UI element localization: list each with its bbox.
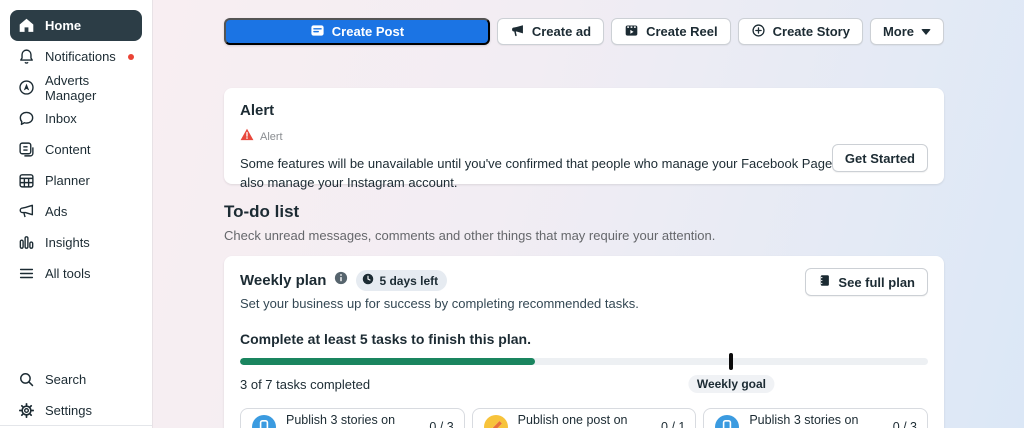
plus-circle-icon [751,23,766,41]
more-label: More [882,24,914,39]
get-started-label: Get Started [844,150,915,166]
task-label: Publish 3 stories on Facebook [749,413,859,428]
alert-tag-label: Alert [260,131,283,143]
create-reel-label: Create Reel [646,24,718,39]
days-left-label: 5 days left [379,273,439,288]
sidebar-item-label: Ads [45,204,68,219]
gear-icon [18,402,35,419]
notification-unread-dot [128,53,134,60]
search-icon [18,371,35,388]
facebook-post-icon [483,414,509,428]
sidebar-item-home[interactable]: Home [10,10,142,41]
goal-marker [729,353,734,370]
weekly-plan-card: Weekly plan 5 days left Set your busines… [224,256,944,428]
sidebar-footer: Search Settings [10,364,142,426]
planner-icon [18,172,35,189]
days-left-badge: 5 days left [356,270,448,291]
sidebar-item-label: Content [45,142,91,157]
inbox-icon [18,110,35,127]
task-publish-ig-stories[interactable]: Publish 3 stories on Instagram 0 / 3 [240,408,465,428]
sidebar-item-ads[interactable]: Ads [10,196,142,227]
sidebar-item-label: Insights [45,235,90,250]
create-ad-button[interactable]: Create ad [496,18,605,45]
adverts-manager-icon [18,79,35,96]
sidebar-item-label: All tools [45,266,91,281]
sidebar-item-all-tools[interactable]: All tools [10,258,142,289]
progress-track [240,358,928,365]
weekly-plan-title: Weekly plan [240,272,327,289]
sidebar-item-label: Adverts Manager [45,72,97,103]
sidebar-item-settings[interactable]: Settings [10,395,142,426]
instagram-story-icon [251,414,277,428]
sidebar-item-label: Notifications [45,49,116,64]
sidebar-item-planner[interactable]: Planner [10,165,142,196]
task-count: 0 / 3 [429,420,454,428]
get-started-button[interactable]: Get Started [831,144,928,172]
megaphone-icon [18,203,35,220]
weekly-progress [240,353,928,370]
sidebar: Home Notifications Adverts Manager Inbox [0,0,153,428]
all-tools-icon [18,265,35,282]
insights-icon [18,234,35,251]
more-button[interactable]: More [869,18,944,45]
clock-icon [362,273,374,288]
main-content: Create Post Create ad Create Reel Create… [153,0,1024,428]
weekly-plan-subtitle: Set your business up for success by comp… [240,296,639,311]
task-list: Publish 3 stories on Instagram 0 / 3 Pub… [240,408,929,428]
sidebar-item-content[interactable]: Content [10,134,142,165]
sidebar-item-insights[interactable]: Insights [10,227,142,258]
create-toolbar: Create Post Create ad Create Reel Create… [224,18,944,45]
sidebar-item-search[interactable]: Search [10,364,142,395]
sidebar-item-inbox[interactable]: Inbox [10,103,142,134]
weekly-goal-label: Weekly goal [688,375,774,393]
tasks-completed-label: 3 of 7 tasks completed [240,377,371,392]
home-icon [18,17,35,34]
warning-triangle-icon [240,128,254,146]
task-label: Publish one post on Facebook [517,413,628,428]
facebook-story-icon [714,414,740,428]
create-story-label: Create Story [772,24,850,39]
alert-body-text: Some features will be unavailable until … [240,156,857,190]
info-icon[interactable] [334,271,348,290]
sidebar-item-label: Home [45,18,82,33]
create-post-label: Create Post [331,24,405,39]
progress-fill [240,358,535,365]
alert-card-title: Alert [240,102,275,119]
sidebar-item-label: Search [45,372,87,387]
sidebar-item-label: Settings [45,403,92,418]
sidebar-item-adverts-manager[interactable]: Adverts Manager [10,72,142,103]
sidebar-item-label: Inbox [45,111,77,126]
task-label: Publish 3 stories on Instagram [286,413,396,428]
sidebar-item-label: Planner [45,173,90,188]
todo-list-subtitle: Check unread messages, comments and othe… [224,228,716,243]
task-publish-fb-post[interactable]: Publish one post on Facebook 0 / 1 [471,408,697,428]
create-post-button[interactable]: Create Post [224,18,490,45]
create-story-button[interactable]: Create Story [737,18,863,45]
create-reel-button[interactable]: Create Reel [611,18,731,45]
create-ad-label: Create ad [531,24,592,39]
see-full-plan-label: See full plan [838,274,915,290]
chevron-down-icon [921,28,931,35]
sidebar-bottom-divider [0,425,152,426]
content-icon [18,141,35,158]
see-full-plan-button[interactable]: See full plan [805,268,928,296]
todo-list-title: To-do list [224,202,300,221]
task-count: 0 / 3 [892,420,918,428]
reel-icon [624,23,639,41]
alert-card: Alert Alert Some features will be unavai… [224,88,944,190]
bell-icon [18,48,35,65]
notebook-icon [818,274,831,290]
task-count: 0 / 1 [661,420,686,428]
sidebar-item-notifications[interactable]: Notifications [10,41,142,72]
plan-goal-heading: Complete at least 5 tasks to finish this… [240,331,531,347]
task-publish-fb-stories[interactable]: Publish 3 stories on Facebook 0 / 3 [703,408,929,428]
megaphone-icon [510,23,525,41]
post-icon [310,23,325,41]
